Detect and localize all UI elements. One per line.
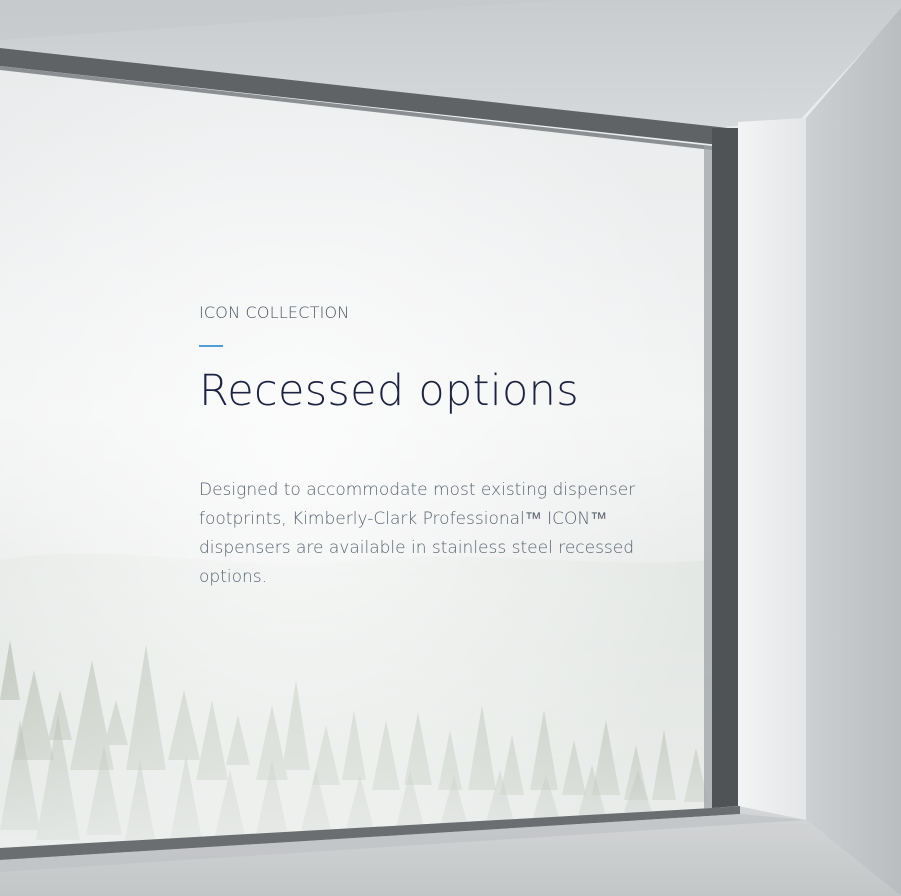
- accent-divider: [199, 345, 223, 347]
- hero-section: ICON COLLECTION Recessed options Designe…: [0, 0, 901, 896]
- section-title: Recessed options: [199, 366, 579, 416]
- content-block: ICON COLLECTION Recessed options Designe…: [199, 302, 669, 592]
- collection-eyebrow-label: ICON COLLECTION: [199, 303, 350, 322]
- section-description: Designed to accommodate most existing di…: [199, 480, 636, 587]
